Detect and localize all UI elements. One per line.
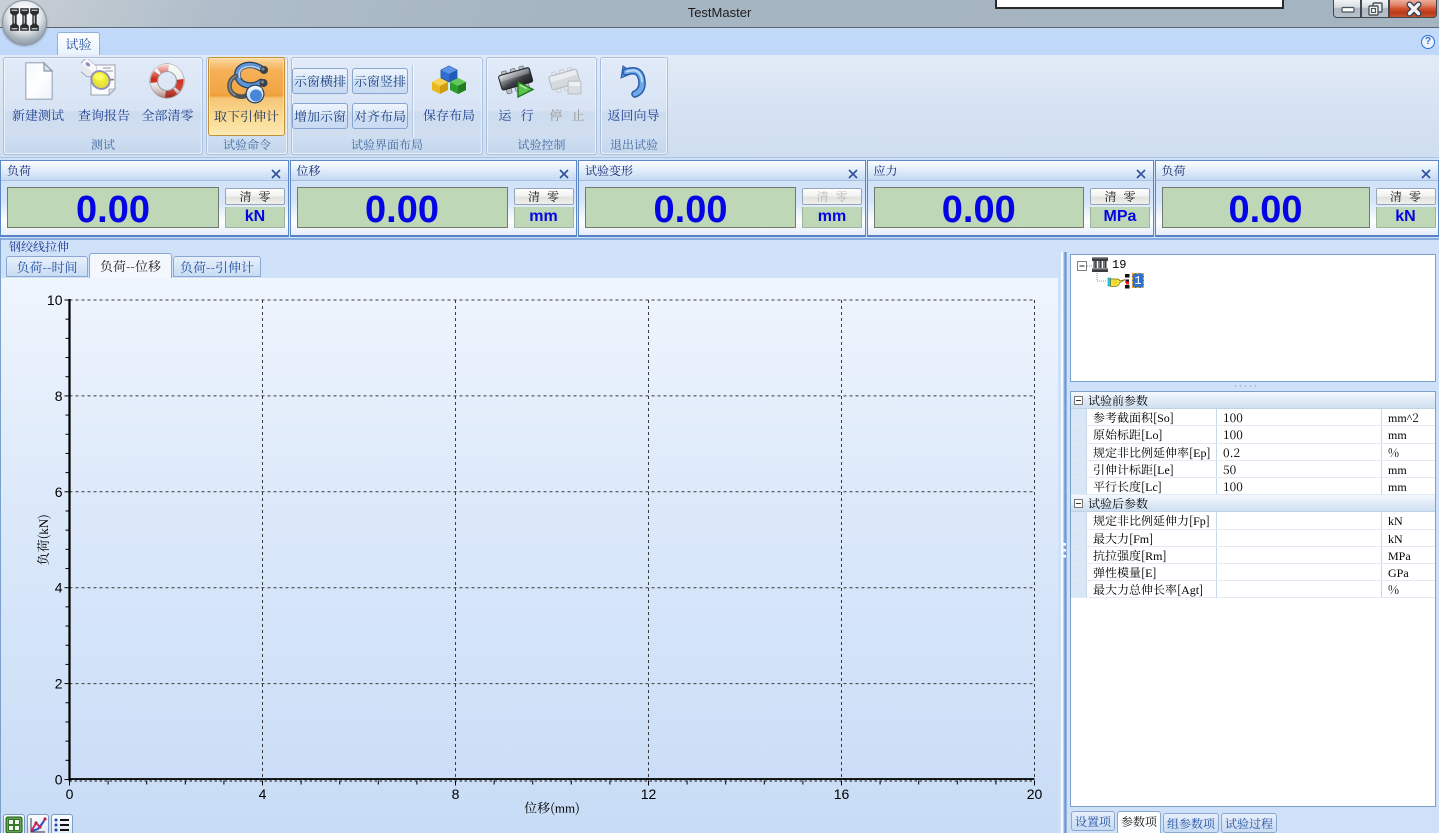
svg-text:8: 8 <box>452 786 460 802</box>
svg-text:2: 2 <box>55 676 63 692</box>
svg-text:4: 4 <box>55 580 63 596</box>
svg-text:0: 0 <box>66 786 74 802</box>
svg-text:6: 6 <box>55 484 63 500</box>
svg-text:负荷(kN): 负荷(kN) <box>33 514 52 565</box>
svg-text:4: 4 <box>259 786 267 802</box>
svg-text:12: 12 <box>641 786 657 802</box>
svg-text:16: 16 <box>834 786 850 802</box>
svg-text:20: 20 <box>1027 786 1043 802</box>
svg-text:位移(mm): 位移(mm) <box>524 798 580 817</box>
svg-text:10: 10 <box>47 292 63 308</box>
svg-text:8: 8 <box>55 388 63 404</box>
svg-text:0: 0 <box>55 772 63 788</box>
